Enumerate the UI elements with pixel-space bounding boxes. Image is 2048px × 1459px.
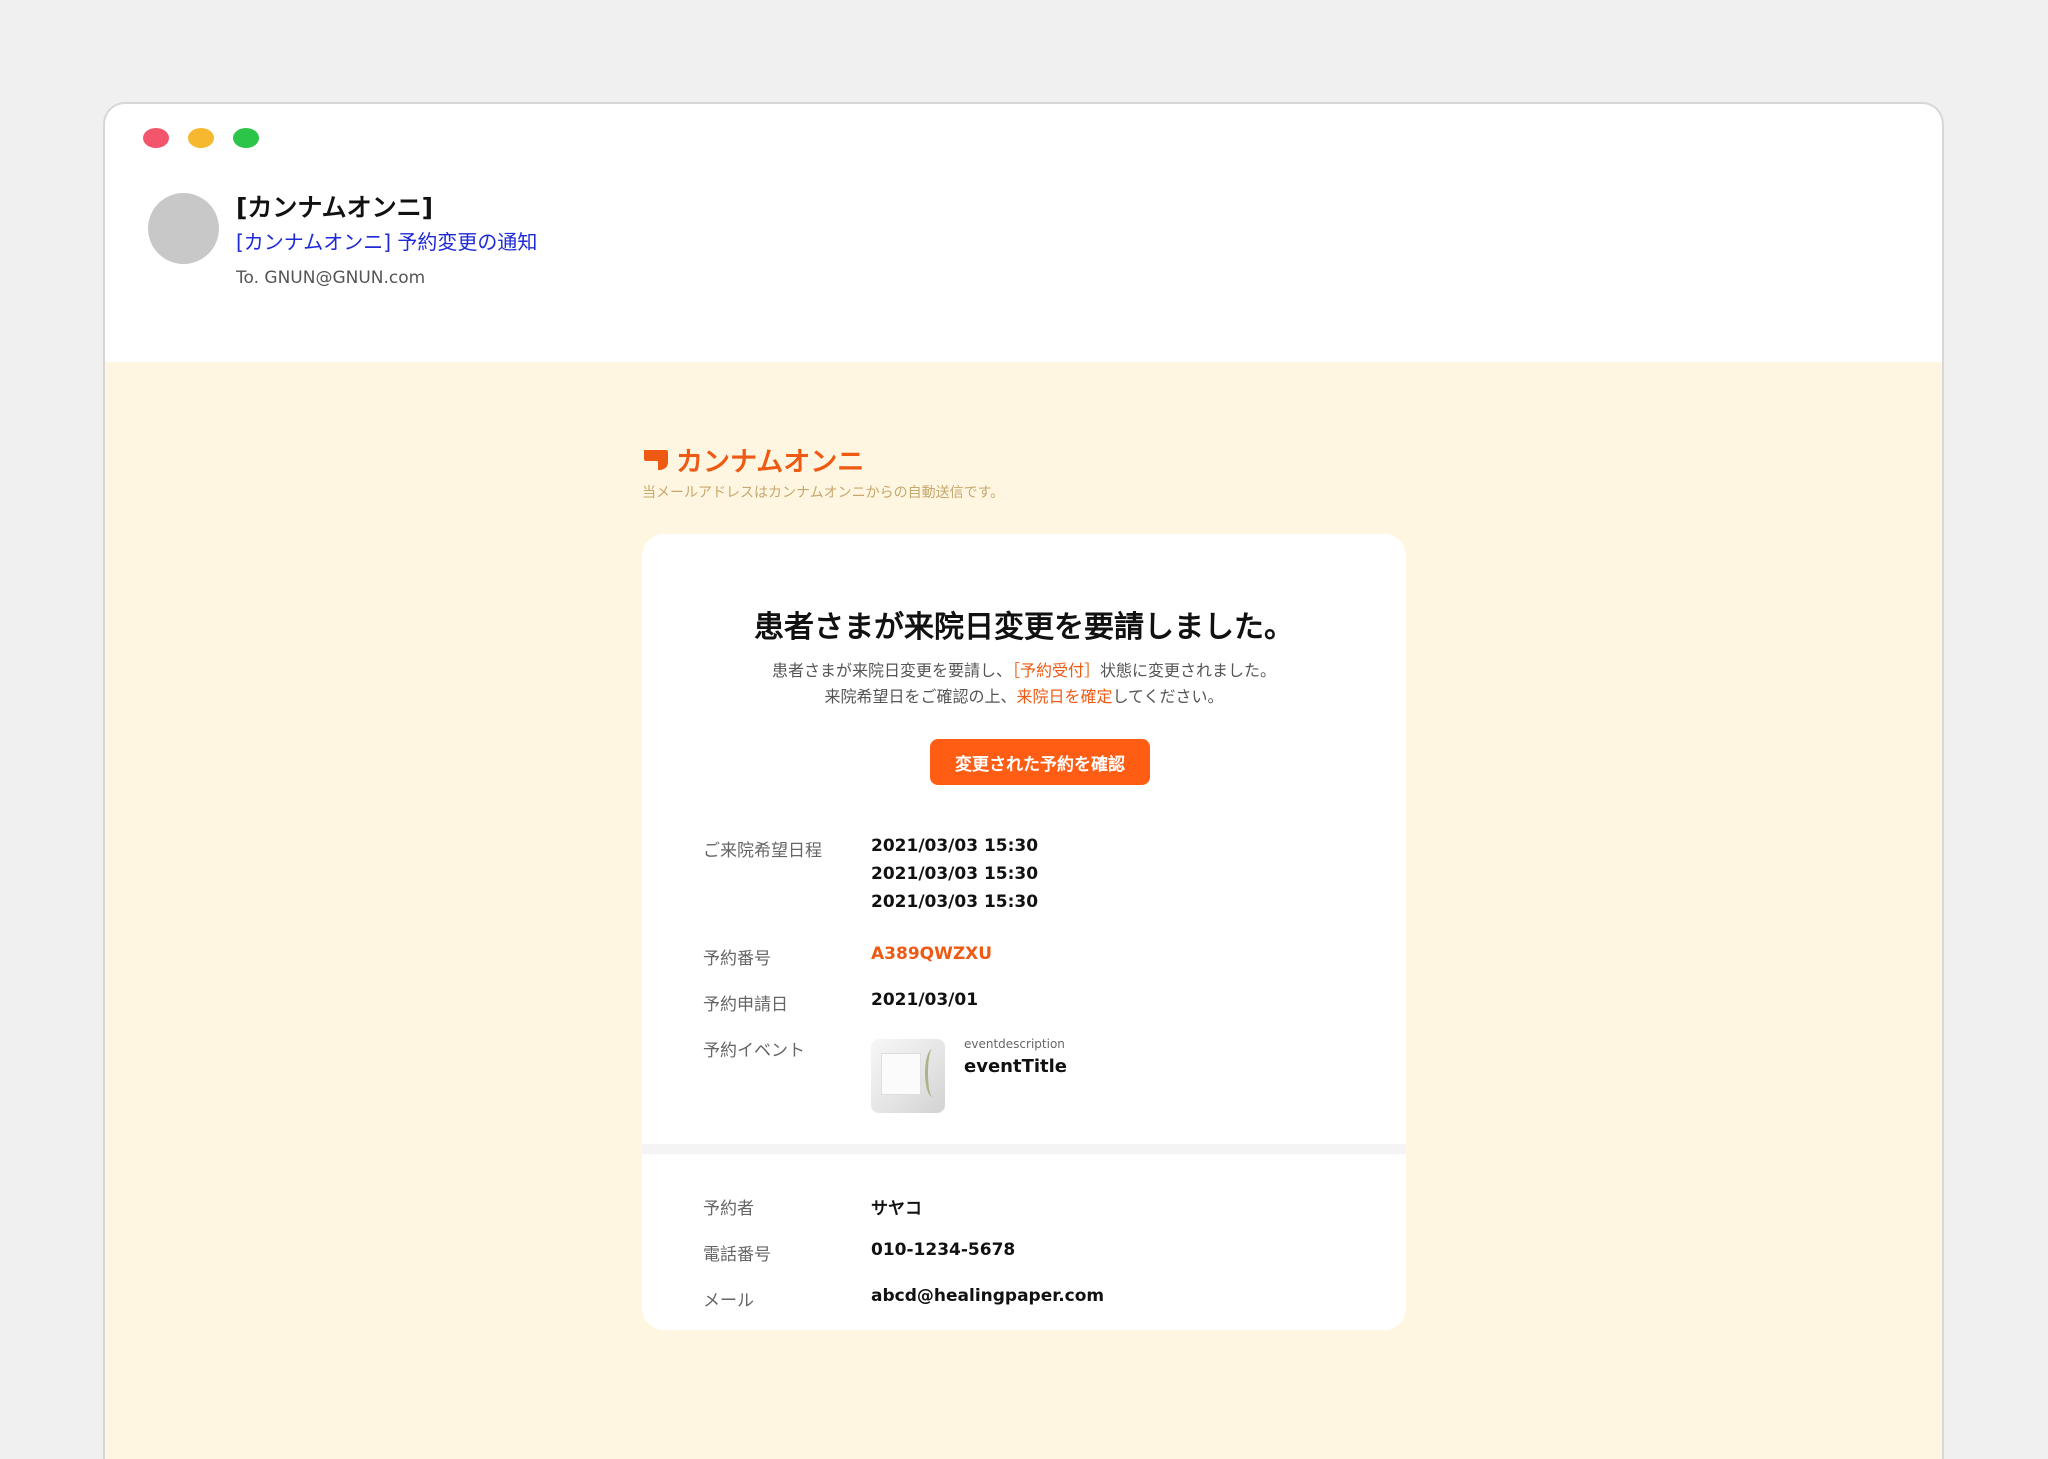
- section-divider: [642, 1144, 1406, 1154]
- notification-card: 患者さまが来院日変更を要請しました。 患者さまが来院日変更を要請し、［予約受付］…: [642, 534, 1406, 1330]
- card-description: 患者さまが来院日変更を要請し、［予約受付］状態に変更されました。 来院希望日をご…: [642, 658, 1406, 710]
- requested-date-3: 2021/03/03 15:30: [871, 892, 1039, 912]
- customer-name-label: 予約者: [703, 1199, 754, 1219]
- maximize-window-button[interactable]: [233, 128, 259, 148]
- close-window-button[interactable]: [143, 128, 169, 148]
- mail-body: カンナムオンニ 当メールアドレスはカンナムオンニからの自動送信です。 患者さまが…: [105, 362, 1942, 1459]
- card-title: 患者さまが来院日変更を要請しました。: [754, 610, 1294, 645]
- window-controls: [143, 128, 259, 148]
- speech-bubble-logo-icon: [644, 449, 668, 470]
- phone-label: 電話番号: [703, 1245, 771, 1265]
- auto-send-note: 当メールアドレスはカンナムオンニからの自動送信です。: [642, 485, 1005, 501]
- status-highlight: ［予約受付］: [1011, 661, 1100, 680]
- applied-date: 2021/03/01: [871, 990, 979, 1010]
- description-text: 来院希望日をご確認の上、: [824, 687, 1017, 706]
- mail-window: [カンナムオンニ] [カンナムオンニ] 予約変更の通知 To. GNUN@GNU…: [103, 102, 1944, 1459]
- sender-avatar: [148, 193, 219, 264]
- minimize-window-button[interactable]: [188, 128, 214, 148]
- event-title[interactable]: eventTitle: [964, 1056, 1067, 1077]
- reservation-number-label: 予約番号: [703, 949, 771, 969]
- event-thumbnail[interactable]: [871, 1039, 945, 1113]
- requested-dates-label: ご来院希望日程: [703, 841, 822, 861]
- email-label: メール: [703, 1291, 754, 1311]
- reservation-number[interactable]: A389QWZXU: [871, 944, 992, 964]
- reserved-event-label: 予約イベント: [703, 1041, 805, 1061]
- customer-name: サヤコ: [871, 1199, 922, 1219]
- phone-number: 010-1234-5678: [871, 1240, 1016, 1260]
- description-line-1: 患者さまが来院日変更を要請し、［予約受付］状態に変更されました。: [642, 658, 1406, 684]
- mail-subject: [カンナムオンニ] 予約変更の通知: [236, 230, 538, 254]
- applied-date-label: 予約申請日: [703, 995, 788, 1015]
- confirm-date-highlight: 来院日を確定: [1016, 687, 1113, 706]
- mail-recipient: To. GNUN@GNUN.com: [236, 268, 426, 288]
- description-line-2: 来院希望日をご確認の上、来院日を確定してください。: [642, 684, 1406, 710]
- description-text: 患者さまが来院日変更を要請し、: [771, 661, 1012, 680]
- thumbnail-product-shape: [881, 1053, 921, 1095]
- event-description: eventdescription: [964, 1037, 1065, 1051]
- sender-name: [カンナムオンニ]: [236, 193, 434, 222]
- requested-date-2: 2021/03/03 15:30: [871, 864, 1039, 884]
- description-text: 状態に変更されました。: [1100, 661, 1277, 680]
- brand-logo: カンナムオンニ: [642, 440, 864, 479]
- customer-email[interactable]: abcd@healingpaper.com: [871, 1286, 1104, 1306]
- description-text: してください。: [1112, 687, 1224, 706]
- thumbnail-plant-shape: [925, 1049, 940, 1097]
- requested-date-1: 2021/03/03 15:30: [871, 836, 1039, 856]
- brand-name: カンナムオンニ: [676, 447, 865, 478]
- view-changed-reservation-button[interactable]: 変更された予約を確認: [930, 739, 1150, 785]
